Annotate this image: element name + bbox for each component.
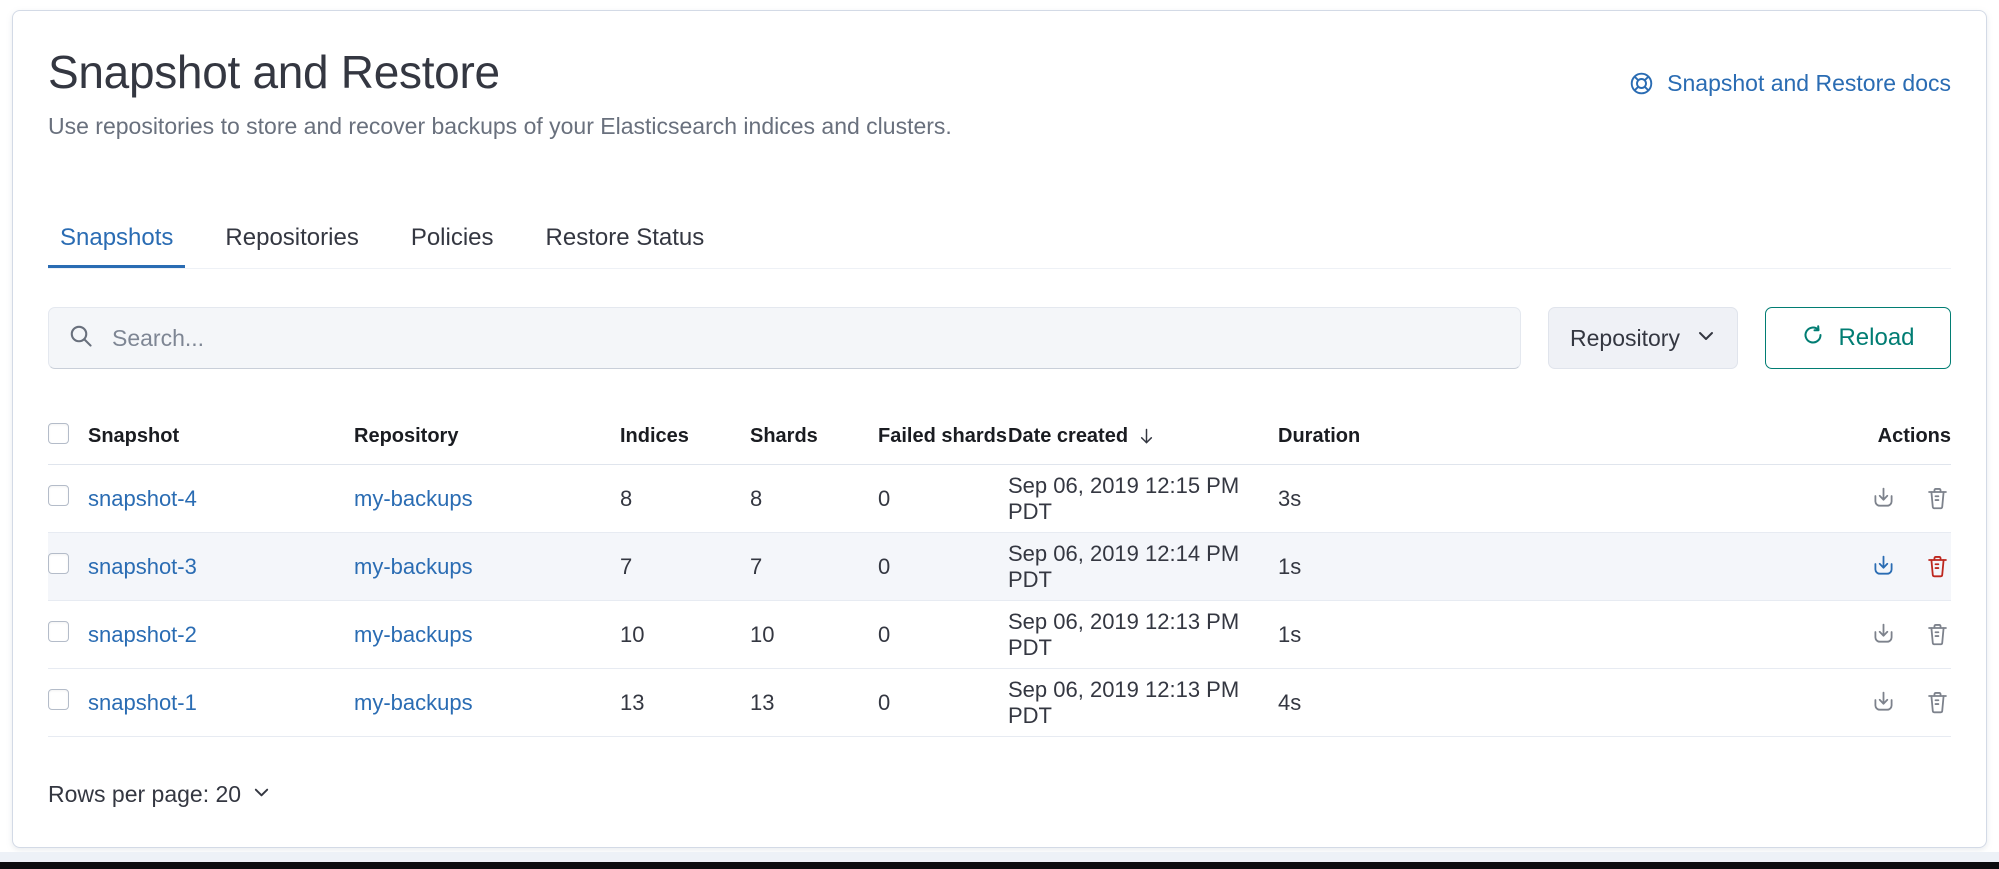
repository-link[interactable]: my-backups bbox=[354, 622, 473, 647]
sort-descending-arrow-icon bbox=[1136, 426, 1157, 447]
download-icon bbox=[1870, 485, 1897, 512]
magnifier-icon bbox=[67, 322, 95, 355]
chevron-down-icon bbox=[252, 781, 271, 808]
snapshot-restore-panel: Snapshot and Restore Snapshot and Restor… bbox=[12, 10, 1987, 848]
indices-cell: 13 bbox=[620, 690, 750, 716]
trash-icon bbox=[1924, 621, 1951, 648]
indices-cell: 10 bbox=[620, 622, 750, 648]
failed-shards-cell: 0 bbox=[878, 690, 1008, 716]
docs-link[interactable]: Snapshot and Restore docs bbox=[1628, 70, 1951, 97]
download-icon bbox=[1870, 621, 1897, 648]
page-header: Snapshot and Restore Snapshot and Restor… bbox=[48, 45, 1951, 99]
delete-snapshot-button[interactable] bbox=[1924, 553, 1951, 580]
delete-snapshot-button[interactable] bbox=[1924, 485, 1951, 512]
repository-link[interactable]: my-backups bbox=[354, 554, 473, 579]
duration-cell: 3s bbox=[1278, 486, 1839, 512]
table-footer: Rows per page: 20 bbox=[48, 781, 1951, 808]
column-header-shards: Shards bbox=[750, 425, 878, 448]
delete-snapshot-button[interactable] bbox=[1924, 621, 1951, 648]
rows-per-page-label: Rows per page: 20 bbox=[48, 781, 241, 808]
table-body: snapshot-4 my-backups 8 8 0 Sep 06, 2019… bbox=[48, 465, 1951, 737]
reload-button[interactable]: Reload bbox=[1765, 307, 1951, 369]
refresh-icon bbox=[1801, 323, 1825, 354]
snapshot-link[interactable]: snapshot-3 bbox=[88, 554, 197, 579]
restore-snapshot-button[interactable] bbox=[1870, 485, 1897, 512]
restore-snapshot-button[interactable] bbox=[1870, 621, 1897, 648]
row-checkbox[interactable] bbox=[48, 689, 69, 710]
duration-cell: 4s bbox=[1278, 690, 1839, 716]
tab-restore-status[interactable]: Restore Status bbox=[534, 224, 717, 268]
failed-shards-cell: 0 bbox=[878, 486, 1008, 512]
snapshot-link[interactable]: snapshot-1 bbox=[88, 690, 197, 715]
indices-cell: 8 bbox=[620, 486, 750, 512]
column-header-indices: Indices bbox=[620, 425, 750, 448]
page-subtitle: Use repositories to store and recover ba… bbox=[48, 113, 1951, 140]
column-header-snapshot[interactable]: Snapshot bbox=[88, 425, 354, 448]
table-row: snapshot-2 my-backups 10 10 0 Sep 06, 20… bbox=[48, 601, 1951, 669]
row-checkbox[interactable] bbox=[48, 553, 69, 574]
trash-icon bbox=[1924, 553, 1951, 580]
column-header-failed-shards: Failed shards bbox=[878, 425, 1008, 448]
row-checkbox[interactable] bbox=[48, 621, 69, 642]
shards-cell: 7 bbox=[750, 554, 878, 580]
column-header-duration[interactable]: Duration bbox=[1278, 425, 1839, 448]
table-row: snapshot-4 my-backups 8 8 0 Sep 06, 2019… bbox=[48, 465, 1951, 533]
search-box[interactable] bbox=[48, 307, 1521, 369]
date-created-cell: Sep 06, 2019 12:13 PM PDT bbox=[1008, 677, 1278, 729]
date-created-cell: Sep 06, 2019 12:15 PM PDT bbox=[1008, 473, 1278, 525]
tab-policies[interactable]: Policies bbox=[399, 224, 506, 268]
snapshot-link[interactable]: snapshot-4 bbox=[88, 486, 197, 511]
column-header-actions: Actions bbox=[1839, 425, 1951, 448]
repository-link[interactable]: my-backups bbox=[354, 486, 473, 511]
rows-per-page-selector[interactable]: Rows per page: 20 bbox=[48, 781, 271, 808]
date-created-cell: Sep 06, 2019 12:14 PM PDT bbox=[1008, 541, 1278, 593]
bottom-band bbox=[0, 852, 1999, 862]
table-row: snapshot-1 my-backups 13 13 0 Sep 06, 20… bbox=[48, 669, 1951, 737]
delete-snapshot-button[interactable] bbox=[1924, 689, 1951, 716]
reload-label: Reload bbox=[1838, 324, 1914, 352]
table-row: snapshot-3 my-backups 7 7 0 Sep 06, 2019… bbox=[48, 533, 1951, 601]
shards-cell: 13 bbox=[750, 690, 878, 716]
repository-link[interactable]: my-backups bbox=[354, 690, 473, 715]
shards-cell: 10 bbox=[750, 622, 878, 648]
tab-snapshots[interactable]: Snapshots bbox=[48, 224, 185, 268]
column-header-date-created[interactable]: Date created bbox=[1008, 425, 1278, 448]
snapshot-link[interactable]: snapshot-2 bbox=[88, 622, 197, 647]
snapshots-table: Snapshot Repository Indices Shards Faile… bbox=[48, 409, 1951, 808]
download-icon bbox=[1870, 689, 1897, 716]
tab-bar: Snapshots Repositories Policies Restore … bbox=[48, 224, 1951, 269]
chevron-down-icon bbox=[1696, 325, 1716, 352]
column-header-repository[interactable]: Repository bbox=[354, 425, 620, 448]
failed-shards-cell: 0 bbox=[878, 554, 1008, 580]
indices-cell: 7 bbox=[620, 554, 750, 580]
restore-snapshot-button[interactable] bbox=[1870, 689, 1897, 716]
table-header-row: Snapshot Repository Indices Shards Faile… bbox=[48, 409, 1951, 465]
trash-icon bbox=[1924, 689, 1951, 716]
select-all-checkbox[interactable] bbox=[48, 423, 69, 444]
trash-icon bbox=[1924, 485, 1951, 512]
app-frame: Snapshot and Restore Snapshot and Restor… bbox=[0, 0, 1999, 869]
toolbar: Repository Reload bbox=[48, 307, 1951, 369]
restore-snapshot-button[interactable] bbox=[1870, 553, 1897, 580]
failed-shards-cell: 0 bbox=[878, 622, 1008, 648]
duration-cell: 1s bbox=[1278, 554, 1839, 580]
docs-link-label: Snapshot and Restore docs bbox=[1667, 70, 1951, 97]
life-ring-icon bbox=[1628, 70, 1655, 97]
page-title: Snapshot and Restore bbox=[48, 45, 500, 99]
repository-filter-label: Repository bbox=[1570, 325, 1680, 352]
search-input[interactable] bbox=[110, 324, 1502, 353]
screen-bottom-edge bbox=[0, 862, 1999, 869]
duration-cell: 1s bbox=[1278, 622, 1839, 648]
date-created-cell: Sep 06, 2019 12:13 PM PDT bbox=[1008, 609, 1278, 661]
download-icon bbox=[1870, 553, 1897, 580]
row-checkbox[interactable] bbox=[48, 485, 69, 506]
repository-filter-button[interactable]: Repository bbox=[1548, 307, 1738, 369]
shards-cell: 8 bbox=[750, 486, 878, 512]
date-created-header-label: Date created bbox=[1008, 425, 1128, 448]
tab-repositories[interactable]: Repositories bbox=[213, 224, 370, 268]
